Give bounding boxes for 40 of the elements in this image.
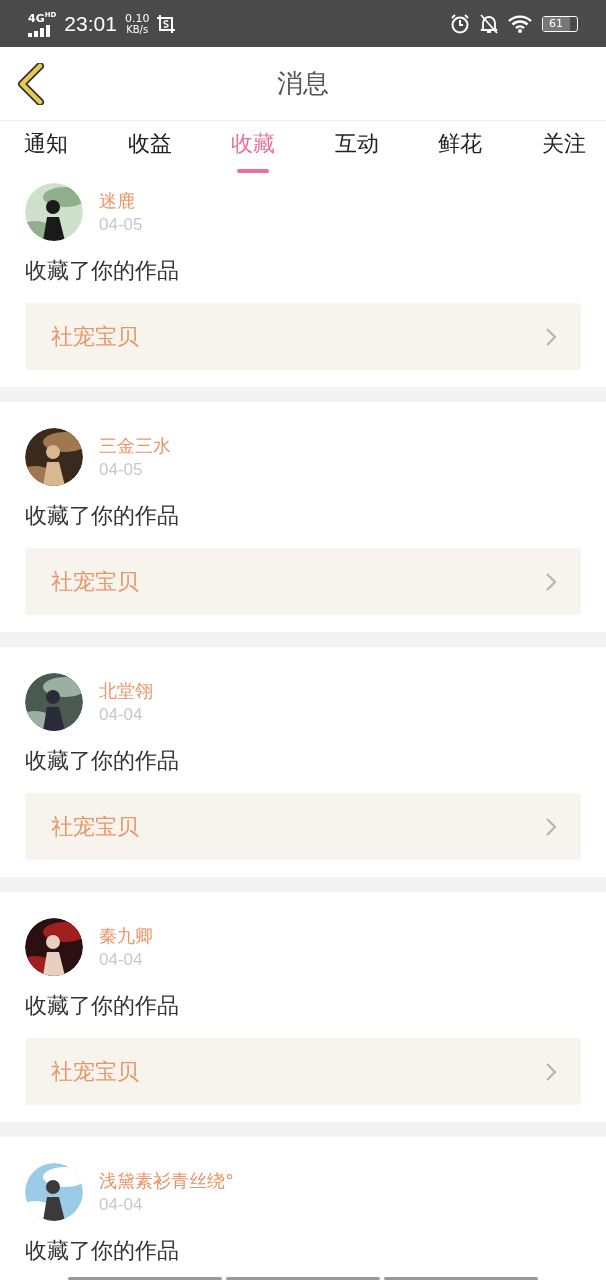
message-text: 收藏了你的作品 <box>25 1238 180 1264</box>
chevron-right-icon <box>545 816 557 837</box>
chevron-right-icon <box>545 326 557 347</box>
user-name[interactable]: 北堂翎 <box>99 679 153 703</box>
tab[interactable]: 鲜花 <box>424 121 497 173</box>
user-name[interactable]: 浅黛素衫青丝绕° <box>99 1169 234 1193</box>
back-icon[interactable] <box>16 63 46 105</box>
message-text: 收藏了你的作品 <box>25 503 180 529</box>
clock-time: 23:01 <box>64 11 117 36</box>
speed-unit: KB/s <box>126 23 149 35</box>
work-link[interactable]: 社宠宝贝 <box>25 1038 581 1105</box>
tab[interactable]: 关注 <box>527 121 600 173</box>
work-title: 社宠宝贝 <box>51 567 139 596</box>
chevron-right-icon <box>545 1061 557 1082</box>
screenshot-icon <box>157 14 176 33</box>
message-text: 收藏了你的作品 <box>25 258 180 284</box>
work-link[interactable]: 社宠宝贝 <box>25 303 581 370</box>
tab[interactable]: 互动 <box>320 121 393 173</box>
alarm-icon <box>450 13 470 34</box>
message-text: 收藏了你的作品 <box>25 748 180 774</box>
signal-icon <box>28 24 52 37</box>
tab[interactable]: 收藏 <box>217 121 290 173</box>
page-title: 消息 <box>277 67 329 100</box>
work-title: 社宠宝贝 <box>51 322 139 351</box>
work-link[interactable]: 社宠宝贝 <box>25 793 581 860</box>
work-title: 社宠宝贝 <box>51 812 139 841</box>
user-name[interactable]: 秦九卿 <box>99 924 153 948</box>
message-text: 收藏了你的作品 <box>25 993 180 1019</box>
user-name[interactable]: 迷鹿 <box>99 189 143 213</box>
bell-off-icon <box>480 13 498 34</box>
tab[interactable]: 收益 <box>113 121 186 173</box>
battery-icon: 61 <box>542 15 578 32</box>
work-link[interactable]: 社宠宝贝 <box>25 548 581 615</box>
chevron-right-icon <box>545 571 557 592</box>
network-type: 4G$^{HD}$ <box>28 10 57 24</box>
work-title: 社宠宝贝 <box>51 1057 139 1086</box>
user-name[interactable]: 三金三水 <box>99 434 171 458</box>
network-speed: 0.10 <box>124 12 150 24</box>
wifi-icon <box>508 14 532 33</box>
tab[interactable]: 通知 <box>10 121 82 173</box>
